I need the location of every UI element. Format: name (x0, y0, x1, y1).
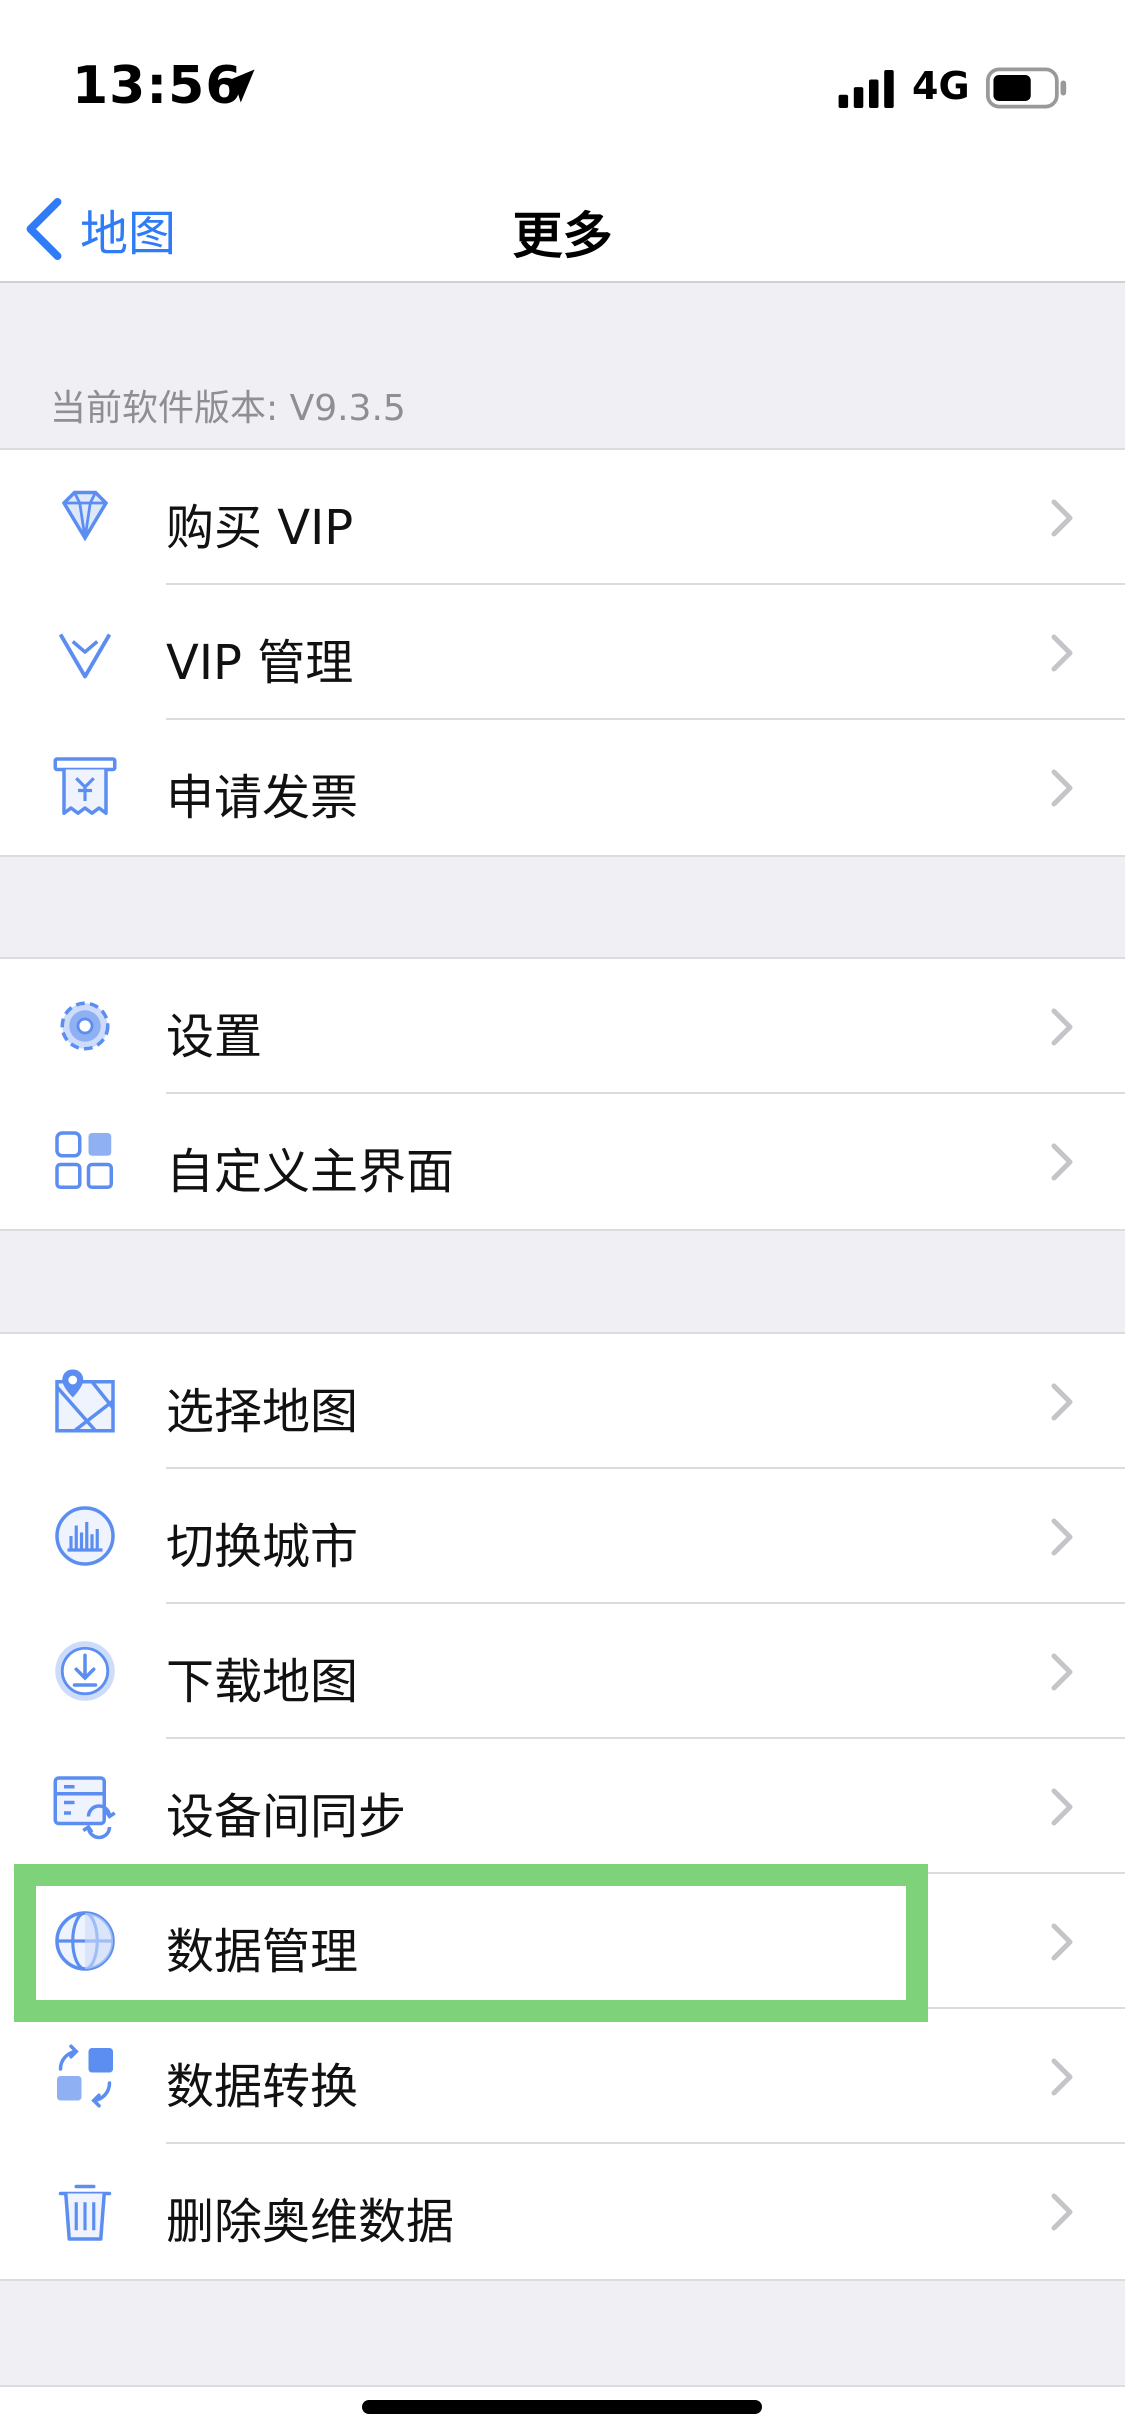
menu-item-label: 下载地图 (166, 1654, 359, 1710)
menu-item-invoice[interactable]: 申请发票 (0, 720, 1125, 855)
menu-item-buy-vip[interactable]: 购买 VIP (0, 450, 1125, 585)
menu-item-label: 删除奥维数据 (166, 2194, 455, 2250)
menu-item-data-management[interactable]: 数据管理 (0, 1874, 1125, 2009)
page-title: 更多 (512, 207, 613, 265)
city-icon (55, 1506, 115, 1566)
menu-item-label: VIP 管理 (166, 635, 354, 691)
trash-icon (58, 2184, 112, 2241)
top-bar: 13:56 4G 地图 更多 (0, 0, 1125, 283)
status-bar: 13:56 4G (0, 0, 1125, 176)
chevron-right-icon (1051, 1008, 1073, 1046)
menu-item-vip-manage[interactable]: VIP 管理 (0, 585, 1125, 720)
map-icon (55, 1369, 115, 1433)
download-icon (55, 1641, 115, 1701)
navigation-bar: 地图 更多 (0, 176, 1125, 283)
gear-icon (60, 1001, 110, 1051)
version-label: 当前软件版本: V9.3.5 (50, 388, 406, 429)
vip-badge-icon (58, 633, 112, 679)
chevron-right-icon (1051, 1143, 1073, 1181)
menu-item-customize-home[interactable]: 自定义主界面 (0, 1094, 1125, 1229)
invoice-icon (53, 757, 117, 815)
menu-item-label: 切换城市 (166, 1519, 359, 1575)
menu-item-settings[interactable]: 设置 (0, 959, 1125, 1094)
menu-item-label: 设置 (166, 1009, 263, 1065)
diamond-icon (61, 490, 109, 542)
chevron-right-icon (1051, 2058, 1073, 2096)
cellular-signal-icon (838, 70, 894, 108)
chevron-right-icon (1051, 1923, 1073, 1961)
menu-item-data-convert[interactable]: 数据转换 (0, 2009, 1125, 2144)
chevron-right-icon (1051, 769, 1073, 807)
chevron-right-icon (1051, 499, 1073, 537)
menu-item-label: 申请发票 (166, 770, 359, 826)
menu-item-label: 选择地图 (166, 1384, 359, 1440)
sync-icon (53, 1776, 116, 1840)
network-type: 4G (912, 64, 970, 108)
battery-icon (986, 67, 1067, 109)
menu-item-delete-data[interactable]: 删除奥维数据 (0, 2144, 1125, 2279)
chevron-right-icon (1051, 1518, 1073, 1556)
menu-item-label: 设备间同步 (166, 1789, 407, 1845)
group-settings: 设置 自定义主界面 (0, 957, 1125, 1231)
menu-item-select-map[interactable]: 选择地图 (0, 1334, 1125, 1469)
chevron-right-icon (1051, 634, 1073, 672)
menu-item-label: 自定义主界面 (166, 1144, 455, 1200)
chevron-right-icon (1051, 1383, 1073, 1421)
home-indicator (362, 2400, 762, 2414)
version-section: 当前软件版本: V9.3.5 (0, 283, 1125, 448)
menu-item-label: 购买 VIP (166, 500, 354, 556)
convert-icon (57, 2044, 113, 2108)
chevron-right-icon (1051, 1653, 1073, 1691)
chevron-right-icon (1051, 1788, 1073, 1826)
menu-item-switch-city[interactable]: 切换城市 (0, 1469, 1125, 1604)
globe-icon (55, 1911, 115, 1971)
group-vip: 购买 VIP VIP 管理 申请发票 (0, 448, 1125, 857)
menu-item-device-sync[interactable]: 设备间同步 (0, 1739, 1125, 1874)
menu-item-download-map[interactable]: 下载地图 (0, 1604, 1125, 1739)
menu-item-label: 数据转换 (166, 2059, 359, 2115)
grid-icon (55, 1131, 113, 1189)
location-arrow-icon (221, 69, 255, 103)
chevron-right-icon (1051, 2193, 1073, 2231)
group-map-data: 选择地图 切换城市 下载地图 设备间同步 数据管理 数据转换 删除奥维数据 (0, 1332, 1125, 2281)
menu-item-label: 数据管理 (166, 1924, 359, 1980)
